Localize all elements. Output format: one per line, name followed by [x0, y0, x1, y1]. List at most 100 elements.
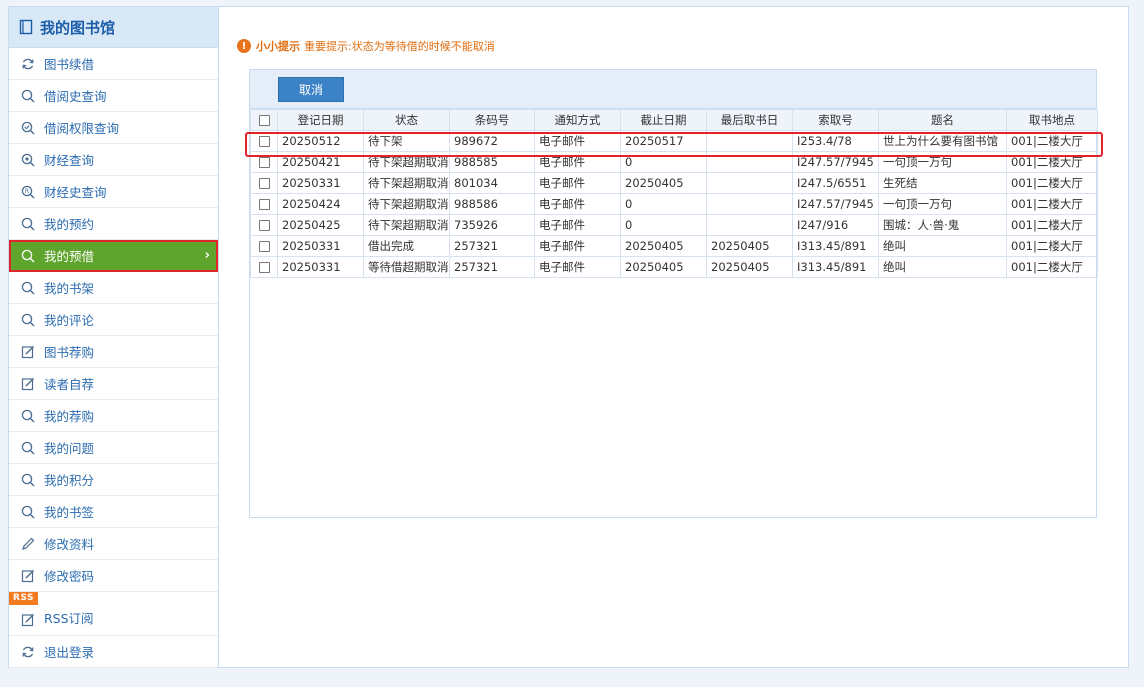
sidebar-item-borrow-permission[interactable]: 借阅权限查询	[9, 112, 218, 144]
table-cell: 一句顶一万句	[878, 151, 1007, 173]
column-header: 取书地点	[1006, 109, 1098, 131]
table-cell: 20250424	[277, 193, 364, 215]
chevron-right-icon: ›	[204, 248, 210, 263]
table-cell: 借出完成	[363, 235, 450, 257]
sidebar-item-finance[interactable]: 财经查询	[9, 144, 218, 176]
row-checkbox[interactable]	[250, 256, 278, 278]
table-row[interactable]: 20250421 待下架超期取消 988585 电子邮件 0 I247.57/7945 一句…	[250, 151, 1098, 173]
table-cell: I247.5/6551	[792, 172, 879, 194]
sidebar-item-label: 财经史查询	[44, 185, 107, 200]
column-header: 最后取书日	[706, 109, 793, 131]
sidebar: 我的图书馆 图书续借借阅史查询借阅权限查询 财经查询 R 财经史查询我的预约 我的预借 ›…	[8, 6, 219, 668]
table-row[interactable]: 20250331 等待借超期取消 257321 电子邮件 20250405 2025040…	[250, 256, 1098, 278]
sidebar-item-label: 修改资料	[44, 537, 95, 552]
table-row[interactable]: 20250331 借出完成 257321 电子邮件 20250405 20250405 I3…	[250, 235, 1098, 257]
sidebar-item-my-preborrow[interactable]: 我的预借 ›	[9, 240, 218, 272]
sidebar-item-my-questions[interactable]: 我的问题	[9, 432, 218, 464]
table-row[interactable]: 20250425 待下架超期取消 735926 电子邮件 0 I247/916 围城：人·兽…	[250, 214, 1098, 236]
table-cell: 20250405	[706, 235, 793, 257]
column-header: 索取号	[792, 109, 879, 131]
search-icon	[21, 89, 35, 103]
refresh-icon	[21, 57, 35, 71]
warning-icon: !	[237, 39, 251, 53]
sidebar-header: 我的图书馆	[9, 7, 218, 48]
table-row[interactable]: 20250512 待下架 989672 电子邮件 20250517 I253.4/78 世上…	[250, 130, 1098, 152]
edit-icon	[21, 377, 35, 391]
tip-text: 重要提示:状态为等待借的时候不能取消	[304, 40, 495, 53]
table-cell: 20250421	[277, 151, 364, 173]
row-checkbox[interactable]	[250, 151, 278, 173]
table-cell: 待下架超期取消	[363, 151, 450, 173]
table-cell: 电子邮件	[534, 235, 621, 257]
sidebar-item-my-recommend[interactable]: 我的荐购	[9, 400, 218, 432]
sidebar-item-finance-history[interactable]: R 财经史查询	[9, 176, 218, 208]
search-icon	[21, 281, 35, 295]
table-row[interactable]: 20250424 待下架超期取消 988586 电子邮件 0 I247.57/7945 一句…	[250, 193, 1098, 215]
table-cell: 电子邮件	[534, 214, 621, 236]
row-checkbox[interactable]	[250, 172, 278, 194]
table-row[interactable]: 20250331 待下架超期取消 801034 电子邮件 20250405 I247.5/…	[250, 172, 1098, 194]
table-cell	[706, 193, 793, 215]
sidebar-item-logout[interactable]: 退出登录	[9, 636, 218, 668]
sidebar-item-label: 我的积分	[44, 473, 95, 488]
table-cell: I253.4/78	[792, 130, 879, 152]
finance-history-icon: R	[21, 185, 35, 199]
row-checkbox[interactable]	[250, 130, 278, 152]
table-cell: 电子邮件	[534, 130, 621, 152]
sidebar-item-label: 图书续借	[44, 57, 95, 72]
select-all-checkbox[interactable]	[250, 109, 278, 131]
search-icon	[21, 217, 35, 231]
table-cell: 待下架超期取消	[363, 172, 450, 194]
sidebar-item-book-renew[interactable]: 图书续借	[9, 48, 218, 80]
table-cell: I247.57/7945	[792, 193, 879, 215]
sidebar-item-rss[interactable]: RSS RSS订阅	[9, 592, 218, 636]
finance-search-icon	[21, 153, 35, 167]
table-cell: 801034	[449, 172, 535, 194]
tip-banner: ! 小小提示 重要提示:状态为等待借的时候不能取消	[237, 38, 495, 54]
row-checkbox[interactable]	[250, 235, 278, 257]
sidebar-item-my-comments[interactable]: 我的评论	[9, 304, 218, 336]
sidebar-item-borrow-history[interactable]: 借阅史查询	[9, 80, 218, 112]
sidebar-title: 我的图书馆	[40, 18, 116, 37]
column-header: 题名	[878, 109, 1007, 131]
sidebar-item-label: 借阅史查询	[44, 89, 107, 104]
sidebar-item-my-points[interactable]: 我的积分	[9, 464, 218, 496]
table-cell: 等待借超期取消	[363, 256, 450, 278]
row-checkbox[interactable]	[250, 193, 278, 215]
table-cell: 20250405	[620, 256, 707, 278]
table-cell: 001|二楼大厅	[1006, 235, 1098, 257]
table-cell: 待下架超期取消	[363, 214, 450, 236]
sidebar-item-my-bookshelf[interactable]: 我的书架	[9, 272, 218, 304]
row-checkbox[interactable]	[250, 214, 278, 236]
table-cell: I247/916	[792, 214, 879, 236]
tip-title: 小小提示	[256, 40, 300, 53]
table-cell: 20250331	[277, 256, 364, 278]
sidebar-item-label: 我的书签	[44, 505, 95, 520]
sidebar-item-my-reservation[interactable]: 我的预约	[9, 208, 218, 240]
book-icon	[19, 19, 33, 35]
table-cell: 001|二楼大厅	[1006, 130, 1098, 152]
sidebar-item-change-password[interactable]: 修改密码	[9, 560, 218, 592]
table-cell: 绝叫	[878, 256, 1007, 278]
rss-badge: RSS	[9, 592, 38, 605]
edit-icon	[21, 569, 35, 583]
table-cell: I313.45/891	[792, 256, 879, 278]
table-cell: 257321	[449, 235, 535, 257]
sidebar-item-recommend-purchase[interactable]: 图书荐购	[9, 336, 218, 368]
svg-text:R: R	[25, 188, 29, 195]
sidebar-item-my-bookmarks[interactable]: 我的书签	[9, 496, 218, 528]
sidebar-item-label: 我的评论	[44, 313, 95, 328]
cancel-button[interactable]: 取消	[278, 77, 344, 102]
sidebar-item-label: 我的荐购	[44, 409, 95, 424]
sidebar-item-reader-recommend[interactable]: 读者自荐	[9, 368, 218, 400]
table-cell: I313.45/891	[792, 235, 879, 257]
search-icon	[21, 249, 35, 263]
table-cell: 20250405	[620, 172, 707, 194]
table-cell: 001|二楼大厅	[1006, 172, 1098, 194]
table-cell: 20250405	[620, 235, 707, 257]
table-cell: 电子邮件	[534, 151, 621, 173]
table-cell	[706, 151, 793, 173]
table-header-row: 登记日期 状态 条码号 通知方式 截止日期 最后取书日 索取号 题名 取书地点	[250, 109, 1098, 131]
edit-icon	[21, 345, 35, 359]
sidebar-item-edit-profile[interactable]: 修改资料	[9, 528, 218, 560]
